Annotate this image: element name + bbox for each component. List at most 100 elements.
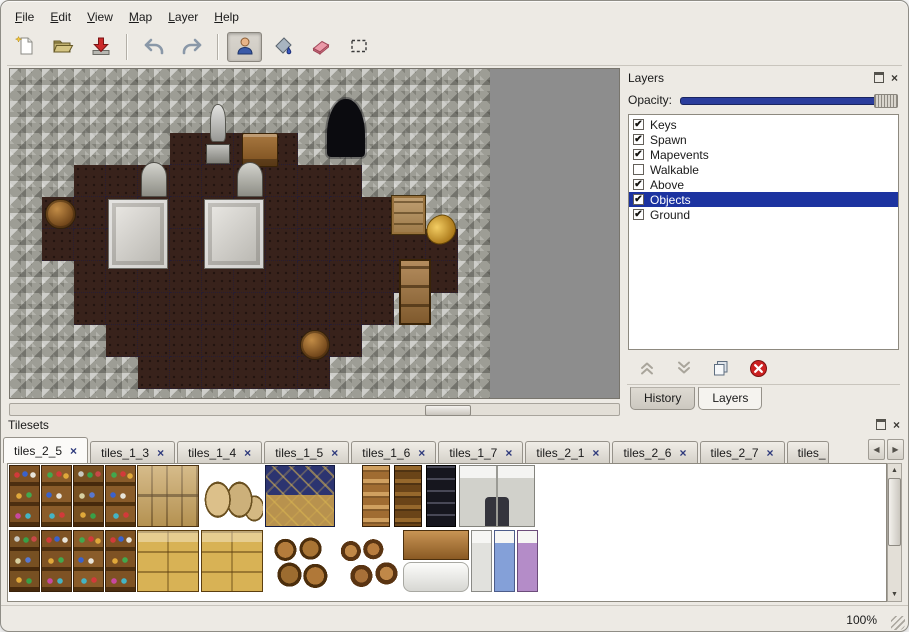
map-tile[interactable] (74, 197, 106, 229)
map-tile[interactable] (10, 133, 42, 165)
map-tile[interactable] (298, 389, 330, 399)
scroll-down-icon[interactable]: ▼ (891, 588, 898, 601)
map-tile[interactable] (298, 133, 330, 165)
layer-move-up-button[interactable] (635, 358, 659, 378)
map-tile[interactable] (426, 357, 458, 389)
map-tile[interactable] (266, 69, 298, 101)
map-tile[interactable] (266, 389, 298, 399)
palette-tile-bed-purple[interactable] (517, 530, 538, 592)
map-tile[interactable] (138, 325, 170, 357)
layer-visibility-checkbox[interactable]: ✔ (633, 209, 644, 220)
map-tile[interactable] (426, 293, 458, 325)
layer-row-objects[interactable]: ✔Objects (629, 192, 898, 207)
open-button[interactable] (45, 32, 80, 62)
dock-tab-history[interactable]: History (630, 387, 695, 410)
palette-tile-shelf2[interactable] (73, 530, 104, 592)
map-tile[interactable] (426, 69, 458, 101)
layer-row-spawn[interactable]: ✔Spawn (629, 132, 898, 147)
map-tile[interactable] (42, 325, 74, 357)
map-tile[interactable] (10, 357, 42, 389)
map-tile[interactable] (458, 261, 490, 293)
map-tile[interactable] (42, 165, 74, 197)
map-tile[interactable] (298, 69, 330, 101)
map-tile[interactable] (458, 197, 490, 229)
map-tile[interactable] (298, 165, 330, 197)
palette-tile-shelf3[interactable] (73, 465, 104, 527)
map-tile[interactable] (362, 165, 394, 197)
map-tile[interactable] (10, 101, 42, 133)
map-tile[interactable] (138, 293, 170, 325)
tab-close-icon[interactable]: × (505, 447, 512, 459)
palette-vertical-scrollbar[interactable]: ▲ ▼ (887, 463, 902, 602)
palette-tile-ladder[interactable] (362, 465, 390, 527)
menu-layer[interactable]: Layer (160, 8, 206, 26)
map-tile[interactable] (234, 325, 266, 357)
fill-tool-button[interactable] (265, 32, 300, 62)
menu-file[interactable]: File (7, 8, 42, 26)
menu-edit[interactable]: Edit (42, 8, 79, 26)
layer-visibility-checkbox[interactable]: ✔ (633, 134, 644, 145)
tabs-scroll-left-button[interactable]: ◀ (868, 439, 885, 460)
map-tile[interactable] (458, 69, 490, 101)
tab-close-icon[interactable]: × (767, 447, 774, 459)
tab-close-icon[interactable]: × (592, 447, 599, 459)
map-tile[interactable] (362, 229, 394, 261)
map-tile[interactable] (394, 325, 426, 357)
tileset-tab-tiles_2_7[interactable]: tiles_2_7× (700, 441, 785, 463)
tileset-tab-tiles_1_6[interactable]: tiles_1_6× (351, 441, 436, 463)
tileset-tab-tiles_[interactable]: tiles_ (787, 441, 829, 463)
map-tile[interactable] (74, 325, 106, 357)
tileset-tab-tiles_1_5[interactable]: tiles_1_5× (264, 441, 349, 463)
float-panel-icon[interactable] (876, 419, 886, 430)
map-tile[interactable] (298, 229, 330, 261)
map-tile[interactable] (138, 133, 170, 165)
menu-help[interactable]: Help (206, 8, 247, 26)
tab-close-icon[interactable]: × (157, 447, 164, 459)
map-tile[interactable] (330, 261, 362, 293)
map-tile[interactable] (298, 197, 330, 229)
palette-tile-sacks[interactable] (201, 465, 263, 527)
palette-tile-bed-blue[interactable] (494, 530, 515, 592)
map-tile[interactable] (74, 261, 106, 293)
layer-row-ground[interactable]: ✔Ground (629, 207, 898, 222)
map-tile[interactable] (42, 69, 74, 101)
map-tile[interactable] (394, 133, 426, 165)
layer-delete-button[interactable] (746, 358, 770, 378)
map-tile[interactable] (10, 197, 42, 229)
map-tile[interactable] (298, 261, 330, 293)
palette-tile-crate-yellow[interactable] (137, 530, 199, 592)
map-tile[interactable] (458, 229, 490, 261)
palette-tile-bed-white[interactable] (471, 530, 492, 592)
map-tile[interactable] (266, 293, 298, 325)
map-tile[interactable] (106, 165, 138, 197)
map-tile[interactable] (202, 293, 234, 325)
eraser-tool-button[interactable] (303, 32, 338, 62)
palette-tile-stone[interactable] (459, 465, 535, 527)
map-tile[interactable] (458, 133, 490, 165)
map-tile[interactable] (74, 389, 106, 399)
tabs-scroll-right-button[interactable]: ▶ (887, 439, 904, 460)
map-tile[interactable] (266, 101, 298, 133)
palette-tile-black[interactable] (426, 465, 456, 527)
tileset-tab-tiles_2_6[interactable]: tiles_2_6× (612, 441, 697, 463)
map-tile[interactable] (10, 293, 42, 325)
map-tile[interactable] (458, 293, 490, 325)
map-tile[interactable] (170, 229, 202, 261)
layer-row-above[interactable]: ✔Above (629, 177, 898, 192)
map-tile[interactable] (106, 389, 138, 399)
palette-tile-mattress[interactable] (403, 562, 469, 592)
stamp-tool-button[interactable] (227, 32, 262, 62)
map-tile[interactable] (202, 389, 234, 399)
map-tile[interactable] (330, 325, 362, 357)
map-tile[interactable] (330, 293, 362, 325)
map-tile[interactable] (170, 325, 202, 357)
map-tile[interactable] (394, 101, 426, 133)
map-tile[interactable] (330, 389, 362, 399)
map-tile[interactable] (362, 293, 394, 325)
map-tile[interactable] (42, 133, 74, 165)
map-tile[interactable] (362, 101, 394, 133)
map-tile[interactable] (74, 357, 106, 389)
map-tile[interactable] (394, 357, 426, 389)
select-tool-button[interactable] (341, 32, 376, 62)
map-canvas[interactable] (10, 69, 490, 399)
